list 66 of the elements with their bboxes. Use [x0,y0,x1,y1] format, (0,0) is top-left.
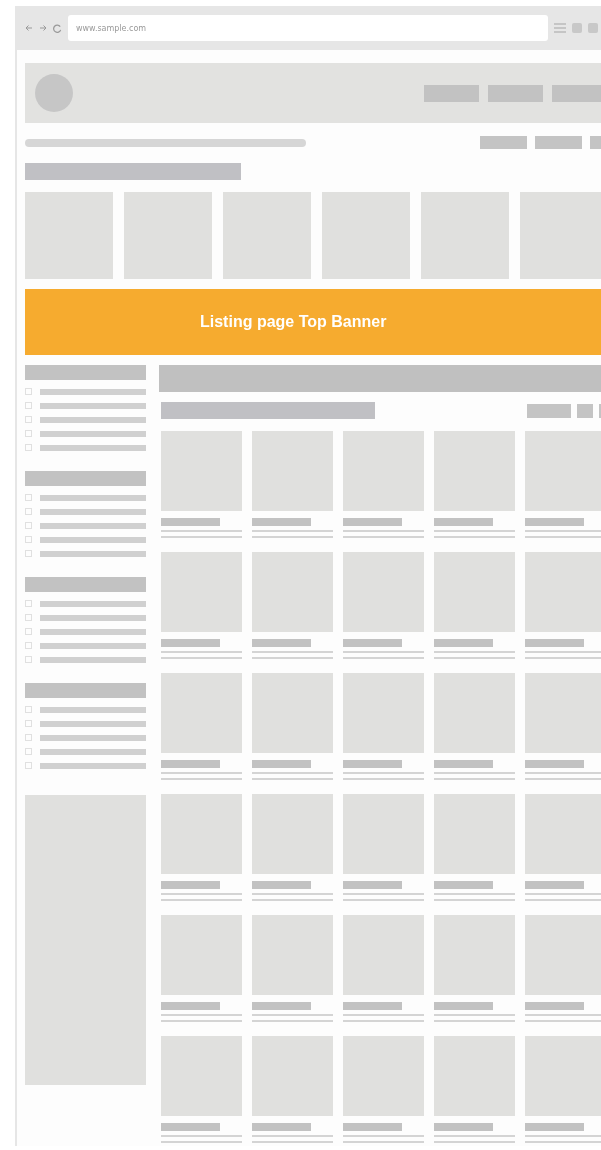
view-toggle-placeholder[interactable] [577,403,593,418]
product-name-placeholder [161,639,220,647]
product-name-placeholder [525,639,584,647]
checkbox[interactable] [25,536,32,543]
product-name-placeholder [252,1123,311,1131]
checkbox[interactable] [25,706,32,713]
checkbox[interactable] [25,522,32,529]
nav-placeholder[interactable] [488,84,543,102]
checkbox[interactable] [25,734,32,741]
checkbox[interactable] [25,508,32,515]
button-placeholder[interactable] [480,136,527,149]
checkbox[interactable] [25,628,32,635]
checkbox[interactable] [25,444,32,451]
checkbox[interactable] [25,494,32,501]
checkbox[interactable] [25,642,32,649]
product-name-placeholder [434,518,493,526]
checkbox[interactable] [25,550,32,557]
product-name-placeholder [434,1002,493,1010]
product-name-placeholder [434,639,493,647]
logo-placeholder [35,74,73,112]
product-name-placeholder [161,1123,220,1131]
toolbar-square-icon[interactable] [588,23,598,33]
checkbox[interactable] [25,720,32,727]
product-name-placeholder [525,1002,584,1010]
reload-icon[interactable] [53,23,62,33]
product-name-placeholder [252,1002,311,1010]
checkbox[interactable] [25,614,32,621]
toolbar-square-icon[interactable] [572,23,582,33]
forward-arrow-icon[interactable] [39,24,47,32]
checkbox[interactable] [25,762,32,769]
sort-placeholder[interactable] [527,403,571,418]
product-name-placeholder [252,760,311,768]
product-name-placeholder [252,639,311,647]
address-bar[interactable]: www.sample.com [68,15,548,41]
product-name-placeholder [161,1002,220,1010]
product-name-placeholder [343,881,402,889]
checkbox[interactable] [25,388,32,395]
product-name-placeholder [343,1123,402,1131]
checkbox[interactable] [25,656,32,663]
checkbox[interactable] [25,402,32,409]
product-name-placeholder [434,881,493,889]
checkbox[interactable] [25,748,32,755]
checkbox[interactable] [25,416,32,423]
product-name-placeholder [525,760,584,768]
nav-placeholder[interactable] [552,84,601,102]
product-name-placeholder [525,1123,584,1131]
product-name-placeholder [525,518,584,526]
product-name-placeholder [161,881,220,889]
checkbox[interactable] [25,600,32,607]
product-name-placeholder [161,518,220,526]
menu-icon[interactable] [554,23,566,33]
button-placeholder[interactable] [535,136,582,149]
product-name-placeholder [343,639,402,647]
product-name-placeholder [434,760,493,768]
checkbox[interactable] [25,430,32,437]
banner-title: Listing page Top Banner [200,313,387,331]
product-name-placeholder [343,518,402,526]
back-arrow-icon[interactable] [25,24,33,32]
product-name-placeholder [252,881,311,889]
product-name-placeholder [434,1123,493,1131]
nav-placeholder[interactable] [424,84,479,102]
product-name-placeholder [525,881,584,889]
product-name-placeholder [252,518,311,526]
product-name-placeholder [343,1002,402,1010]
product-name-placeholder [343,760,402,768]
product-name-placeholder [161,760,220,768]
